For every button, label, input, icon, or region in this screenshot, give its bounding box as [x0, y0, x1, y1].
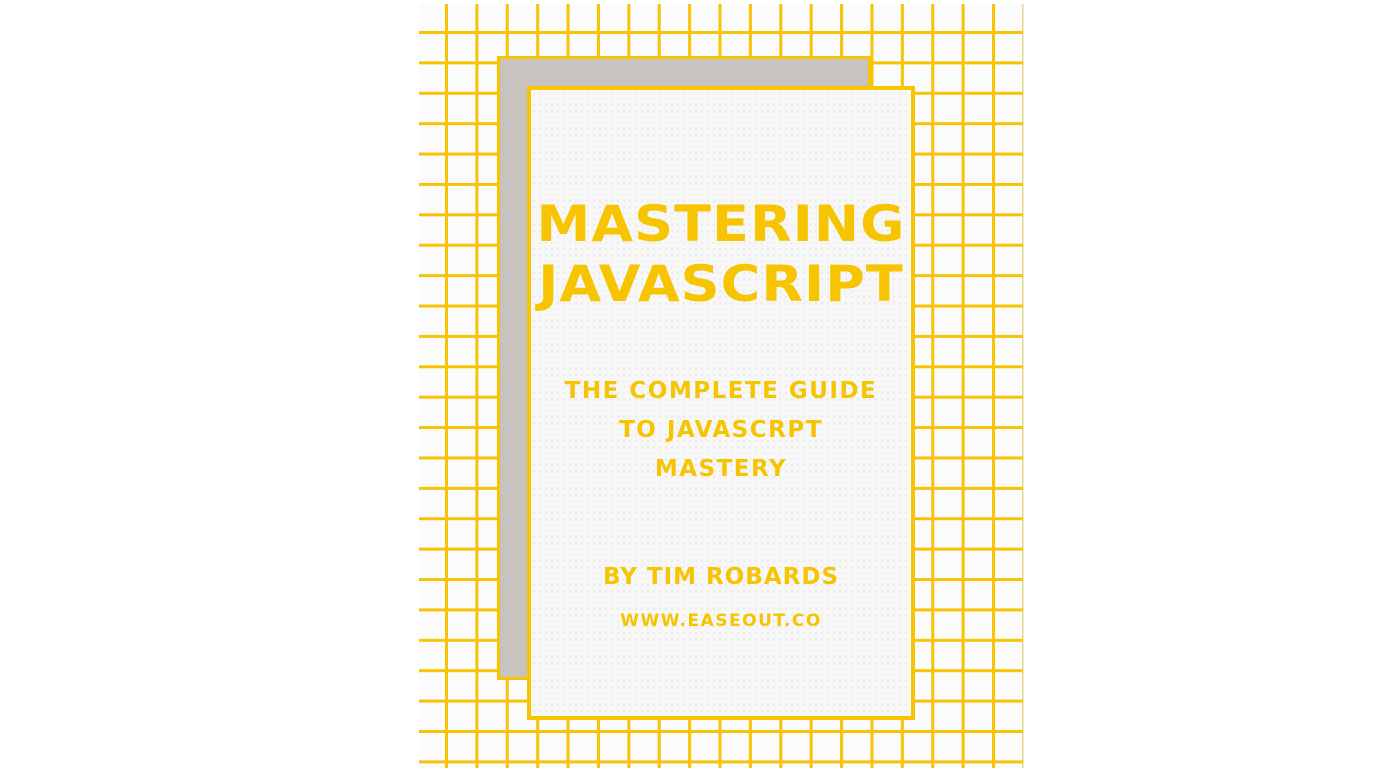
book-subtitle-line-1: THE COMPLETE GUIDE [564, 378, 878, 404]
book-title: MASTERING JAVASCRIPT [516, 194, 926, 314]
book-subtitle-line-3: MASTERY [654, 456, 788, 482]
book-author: BY TIM ROBARDS [602, 564, 840, 590]
book-subtitle: THE COMPLETE GUIDE TO JAVASCRPT MASTERY [551, 372, 891, 489]
book-subtitle-line-2: TO JAVASCRPT [619, 417, 823, 443]
book-website: WWW.EASEOUT.CO [620, 611, 822, 631]
book-cover-page: MASTERING JAVASCRIPT THE COMPLETE GUIDE … [0, 0, 1400, 768]
front-cover-sheet: MASTERING JAVASCRIPT THE COMPLETE GUIDE … [527, 86, 915, 720]
book-title-line-2: JAVASCRIPT [538, 255, 904, 313]
book-title-line-1: MASTERING [536, 195, 906, 253]
